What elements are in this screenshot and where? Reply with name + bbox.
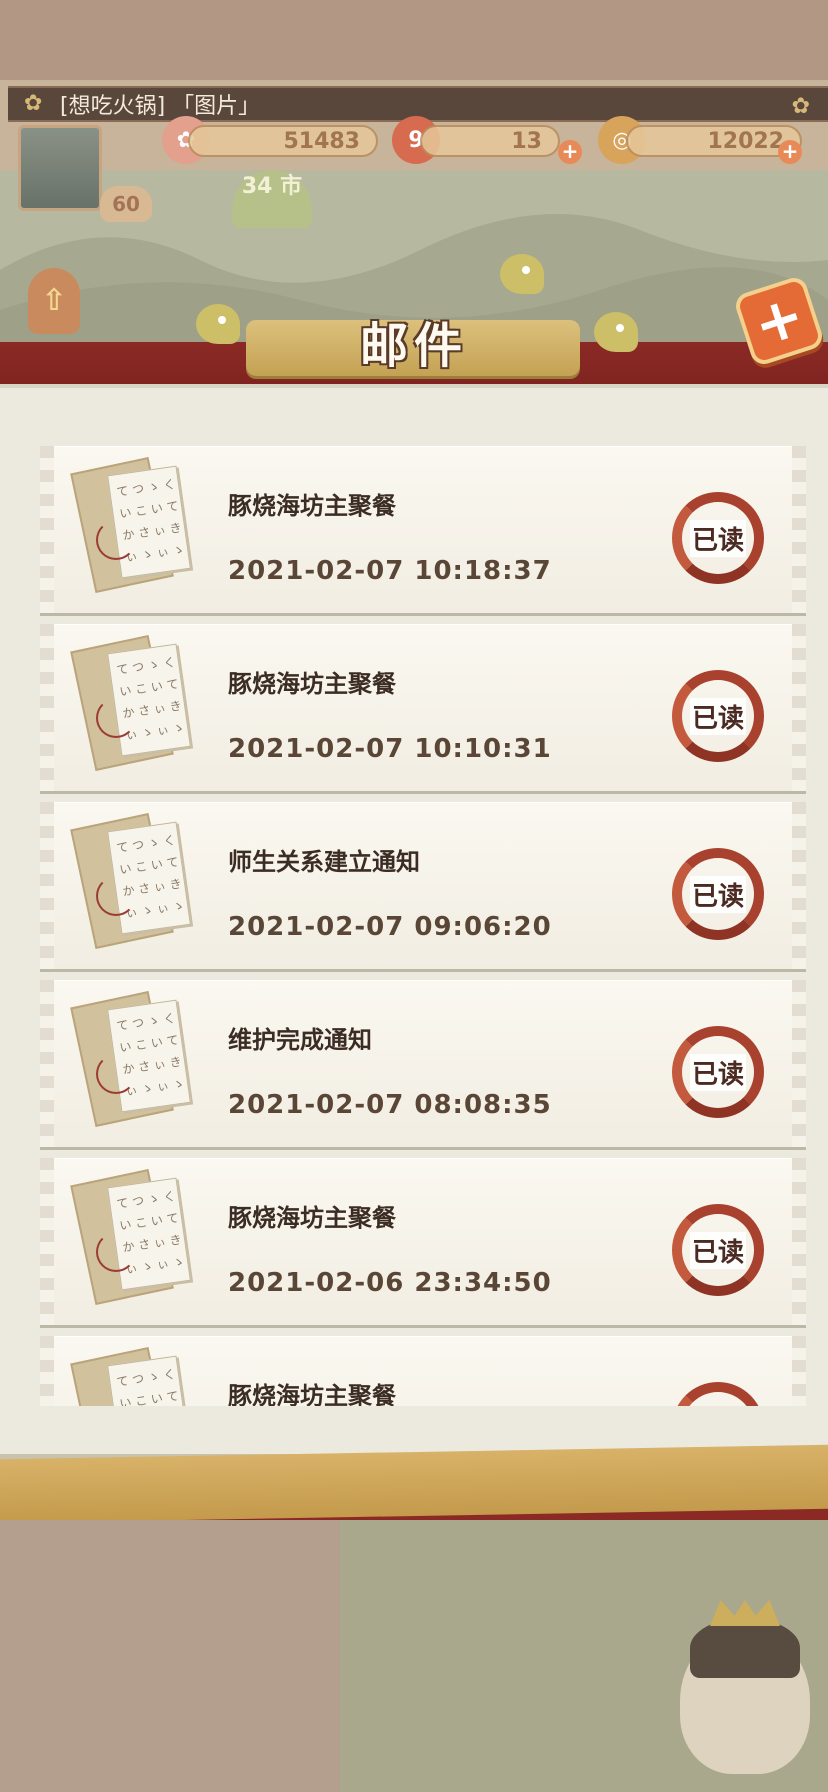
letter-icon xyxy=(70,813,196,956)
flower-icon: ✿ xyxy=(791,94,810,119)
letter-icon xyxy=(70,1169,196,1312)
mail-item[interactable]: 豚烧海坊主聚餐 xyxy=(40,1336,806,1406)
add-resource-2-button[interactable]: + xyxy=(558,140,582,164)
page-title: 邮件 xyxy=(359,318,468,374)
mail-item[interactable]: 维护完成通知 2021-02-07 08:08:35 已读 xyxy=(40,980,806,1150)
read-status: 已读 xyxy=(689,875,746,913)
read-seal-icon: 已读 xyxy=(672,670,764,762)
bird-ornament-icon xyxy=(500,254,544,294)
letter-icon xyxy=(70,457,196,600)
read-seal-icon: 已读 xyxy=(672,1204,764,1296)
chat-message: [想吃火锅] 「图片」 xyxy=(60,94,261,119)
mail-item[interactable]: 豚烧海坊主聚餐 2021-02-07 10:18:37 已读 xyxy=(40,446,806,616)
read-status: 已读 xyxy=(689,697,746,735)
mail-subject: 豚烧海坊主聚餐 xyxy=(228,1382,396,1406)
read-status: 已读 xyxy=(689,1053,746,1091)
read-seal-icon xyxy=(672,1382,764,1406)
mail-subject: 豚烧海坊主聚餐 xyxy=(228,492,396,520)
mail-list[interactable]: 豚烧海坊主聚餐 2021-02-07 10:18:37 已读 豚烧海坊主聚餐 2… xyxy=(40,446,806,1406)
letter-icon xyxy=(70,991,196,1134)
read-seal-icon: 已读 xyxy=(672,492,764,584)
mail-time: 2021-02-06 23:34:50 xyxy=(228,1268,552,1298)
resource-pill-3: 12022 xyxy=(626,125,802,157)
mail-time: 2021-02-07 08:08:35 xyxy=(228,1090,552,1120)
flower-icon: ✿ xyxy=(24,91,43,116)
read-status: 已读 xyxy=(689,519,746,557)
letter-icon xyxy=(70,1347,196,1406)
avatar[interactable] xyxy=(18,125,102,211)
mail-time: 2021-02-07 10:10:31 xyxy=(228,734,552,764)
read-seal-icon: 已读 xyxy=(672,1026,764,1118)
add-coin-button[interactable]: + xyxy=(778,140,802,164)
read-seal-icon: 已读 xyxy=(672,848,764,940)
panel-footer xyxy=(0,1444,828,1524)
mail-subject: 豚烧海坊主聚餐 xyxy=(228,670,396,698)
up-arrow-icon[interactable]: ⇧ xyxy=(28,268,80,334)
mail-time: 2021-02-07 10:18:37 xyxy=(228,556,552,586)
character-avatar-icon[interactable] xyxy=(680,1618,810,1774)
letter-icon xyxy=(70,635,196,778)
mail-item[interactable]: 豚烧海坊主聚餐 2021-02-06 23:34:50 已读 xyxy=(40,1158,806,1328)
mail-item[interactable]: 豚烧海坊主聚餐 2021-02-07 10:10:31 已读 xyxy=(40,624,806,794)
bird-ornament-icon xyxy=(196,304,240,344)
level-badge: 60 xyxy=(100,186,152,222)
resource-pill-1: 51483 xyxy=(188,125,378,157)
mail-subject: 豚烧海坊主聚餐 xyxy=(228,1204,396,1232)
mail-item[interactable]: 师生关系建立通知 2021-02-07 09:06:20 已读 xyxy=(40,802,806,972)
leaf-badge: 34 市 xyxy=(232,170,312,228)
bird-ornament-icon xyxy=(594,312,638,352)
mail-subject: 师生关系建立通知 xyxy=(228,848,420,876)
mail-time: 2021-02-07 09:06:20 xyxy=(228,912,552,942)
mail-subject: 维护完成通知 xyxy=(228,1026,372,1054)
resource-pill-2: 13 xyxy=(420,125,560,157)
read-status: 已读 xyxy=(689,1231,746,1269)
